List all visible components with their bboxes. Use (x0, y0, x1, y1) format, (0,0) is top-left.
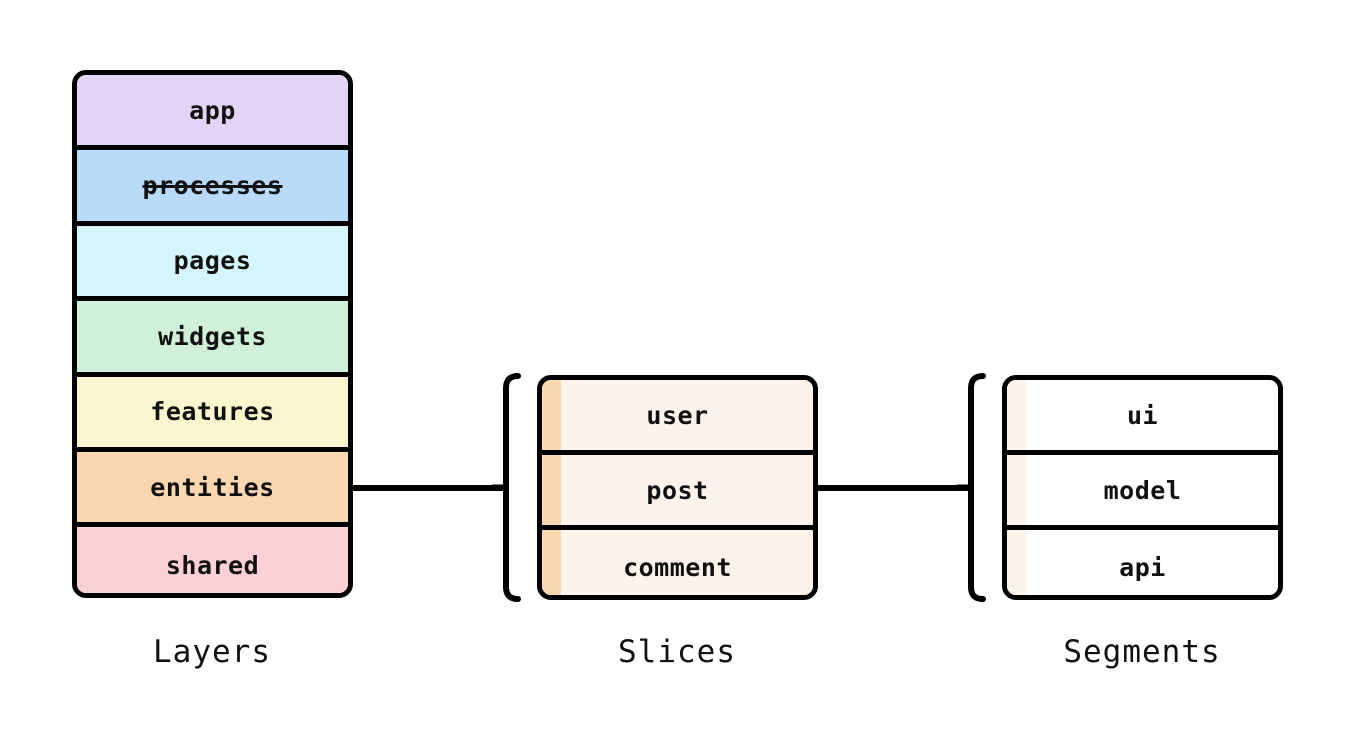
segment-row-ui[interactable]: ui (1007, 380, 1278, 455)
layer-row-widgets[interactable]: widgets (77, 301, 348, 377)
layer-row-features[interactable]: features (77, 376, 348, 452)
segments-bracket (957, 370, 991, 605)
segment-accent-stripe (1007, 380, 1026, 450)
slice-accent-stripe (542, 455, 561, 525)
slices-stack: user post comment (537, 375, 818, 600)
caption-segments: Segments (1063, 634, 1221, 670)
diagram-canvas: app processes pages widgets features ent… (0, 0, 1355, 754)
segment-row-model[interactable]: model (1007, 455, 1278, 530)
slice-accent-stripe (542, 530, 561, 595)
connector-slices-to-segments (817, 485, 969, 491)
layer-row-processes[interactable]: processes (77, 150, 348, 226)
layer-row-pages[interactable]: pages (77, 225, 348, 302)
layer-label-pages: pages (173, 246, 252, 276)
segment-label-api: api (1119, 553, 1166, 582)
slice-row-user[interactable]: user (542, 380, 813, 455)
caption-layers: Layers (153, 634, 271, 670)
layer-label-app: app (189, 95, 236, 125)
slice-accent-stripe (542, 380, 561, 450)
segment-label-ui: ui (1126, 400, 1159, 430)
layer-row-app[interactable]: app (77, 75, 348, 151)
slice-label-comment: comment (623, 553, 732, 582)
layer-label-features: features (150, 397, 275, 427)
segment-accent-stripe (1007, 530, 1026, 595)
segment-row-api[interactable]: api (1007, 530, 1278, 595)
slice-row-post[interactable]: post (542, 455, 813, 530)
connector-layers-to-slices (352, 485, 504, 491)
layer-label-processes: processes (142, 171, 283, 201)
slice-label-post: post (646, 475, 709, 505)
layer-label-entities: entities (150, 472, 275, 502)
layers-stack: app processes pages widgets features ent… (72, 70, 353, 598)
layer-label-widgets: widgets (158, 321, 267, 351)
layer-row-entities[interactable]: entities (77, 451, 348, 528)
segment-label-model: model (1103, 475, 1182, 505)
caption-slices: Slices (618, 634, 736, 670)
layer-row-shared[interactable]: shared (77, 527, 348, 593)
slices-bracket (492, 370, 526, 605)
segments-stack: ui model api (1002, 375, 1283, 600)
segment-accent-stripe (1007, 455, 1026, 525)
slice-label-user: user (646, 400, 709, 430)
layer-label-shared: shared (165, 550, 260, 580)
slice-row-comment[interactable]: comment (542, 530, 813, 595)
